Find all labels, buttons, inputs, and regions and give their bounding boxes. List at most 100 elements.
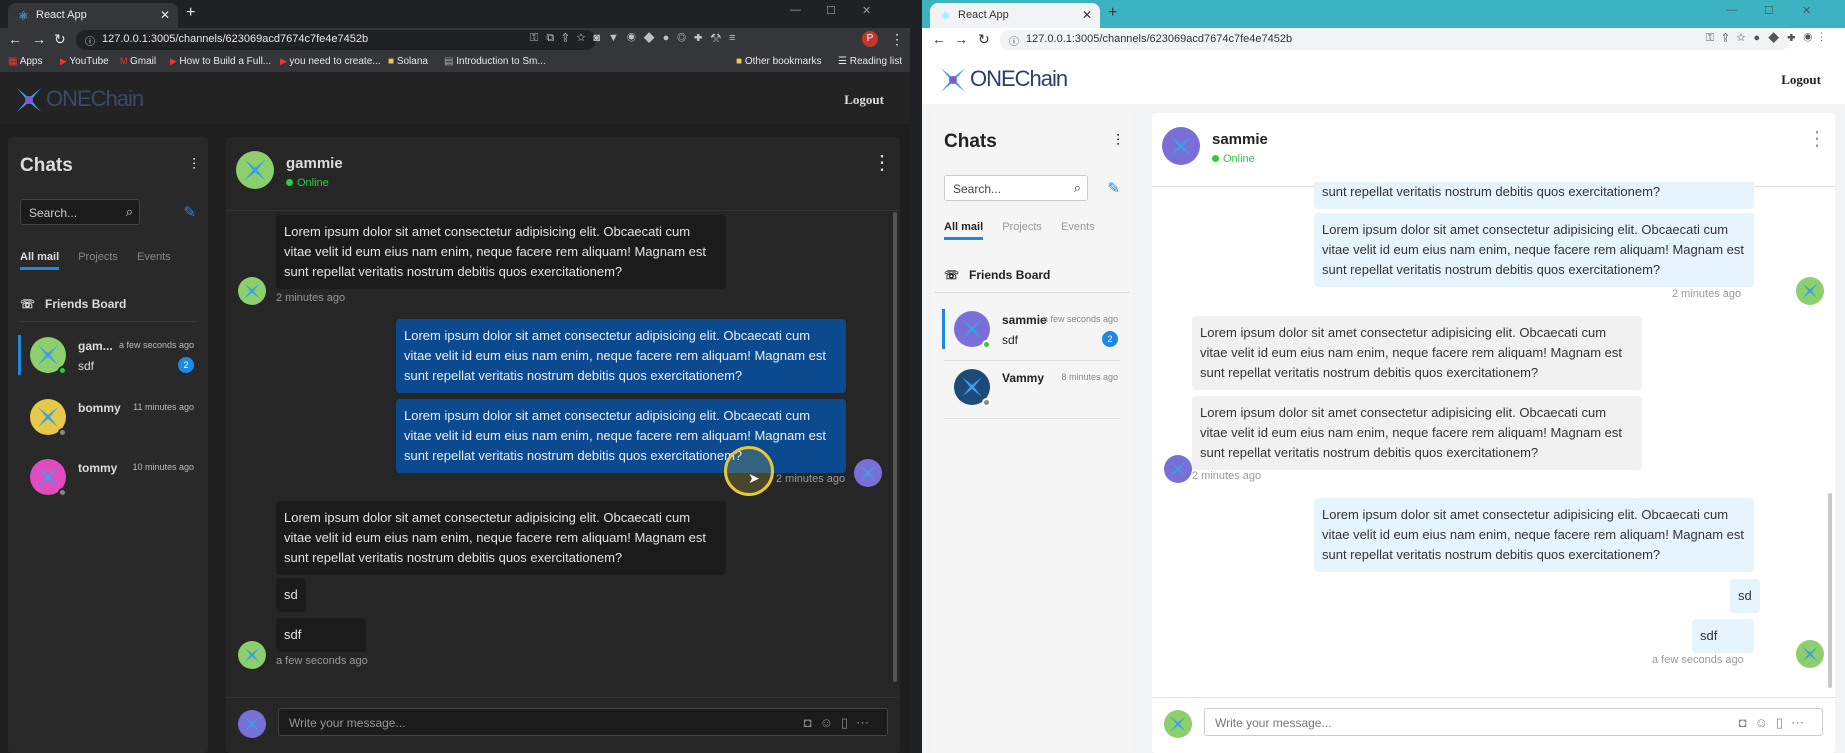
bookmark-how-to-build[interactable]: ▶ How to Build a Full... [170,56,271,67]
close-icon[interactable]: ✕ [1082,8,1092,22]
tab-all-mail[interactable]: All mail [20,251,60,270]
scrollbar[interactable] [893,212,897,682]
profile-avatar[interactable]: P [862,31,878,47]
tab-events[interactable]: Events [137,251,171,267]
extension-icons[interactable]: ⚿⧉⇪☆◙▼◉◆●◎✚⚒≡ [530,32,743,45]
menu-icon[interactable]: ⋮ [890,31,904,48]
apps-bookmark[interactable]: ▦ Apps [8,56,42,67]
avatar [1162,127,1200,165]
right-browser-window: ⚛ React App ✕ + — ☐ ✕ ← → ↻ ⓘ 127.0.0.1:… [922,0,1845,753]
tab-projects[interactable]: Projects [78,251,118,267]
message-input[interactable]: Write your message... ◘☺▯⋯ [1204,708,1823,736]
friends-board[interactable]: ☏ Friends Board [934,268,1130,293]
back-icon[interactable]: ← [932,31,946,47]
more-icon[interactable]: ⋯ [1791,715,1812,730]
browser-tab[interactable]: ⚛ React App ✕ [8,3,178,28]
message-input[interactable]: Write your message... ◘☺▯⋯ [278,708,888,736]
url-text: 127.0.0.1:3005/channels/623069acd7674c7f… [102,33,369,45]
conversation-header: sammie Online ⋮ [1152,113,1835,187]
bookmark-reading-list[interactable]: ☰ Reading list [838,56,902,67]
logout-button[interactable]: Logout [1781,72,1821,88]
contact-name: gammie [286,155,343,172]
camera-icon[interactable]: ◘ [1739,715,1755,730]
avatar [238,277,266,305]
filter-icon[interactable]: ⫶ [192,157,196,175]
gmail-bookmark[interactable]: M Gmail [120,56,156,67]
avatar [236,151,274,189]
sidebar-title: Chats [20,155,73,176]
timestamp: a few seconds ago [1652,654,1744,666]
camera-icon[interactable]: ◘ [804,715,820,730]
forward-icon[interactable]: → [32,31,46,47]
bookmark-solana[interactable]: ■ Solana [388,56,428,67]
search-icon[interactable]: ⌕ [126,204,133,220]
plus-icon[interactable]: + [186,4,195,22]
close-icon[interactable]: ✕ [160,8,170,22]
chat-time: 10 minutes ago [132,462,194,472]
close-window-icon[interactable]: ✕ [1802,4,1811,17]
friends-board-label: Friends Board [45,297,127,311]
scrollbar[interactable] [1828,493,1832,688]
info-icon: ⓘ [1009,37,1019,48]
attach-icon[interactable]: ▯ [1776,715,1791,730]
search-input[interactable]: Search... ⌕ [20,199,140,225]
youtube-bookmark[interactable]: ▶ YouTube [60,56,109,67]
message-composer: Write your message... ◘☺▯⋯ [226,697,900,743]
message-placeholder: Write your message... [289,716,406,730]
url-input[interactable]: ⓘ 127.0.0.1:3005/channels/623069acd7674c… [1000,30,1790,50]
bookmark-you-need[interactable]: ▶ you need to create... [280,56,381,67]
reload-icon[interactable]: ↻ [54,31,66,48]
bookmark-intro[interactable]: ▤ Introduction to Sm... [444,56,546,67]
extension-icons[interactable]: ⚿⇪☆●◆✚◉⋮ [1706,32,1831,45]
logout-button[interactable]: Logout [844,92,884,108]
filter-icon[interactable]: ⫶ [1116,133,1120,151]
search-input[interactable]: Search... ⌕ [944,175,1088,201]
emoji-icon[interactable]: ☺ [820,715,841,730]
info-icon: ⓘ [85,37,95,48]
close-window-icon[interactable]: ✕ [862,4,871,17]
kebab-icon[interactable]: ⋮ [872,153,892,173]
chat-list-item[interactable]: sammie a few seconds ago sdf 2 [942,305,1120,361]
tab-projects[interactable]: Projects [1002,221,1042,237]
minimize-icon[interactable]: — [790,4,801,16]
timestamp: a few seconds ago [276,655,368,667]
chat-preview: sdf [1002,333,1019,347]
tab-all-mail[interactable]: All mail [944,221,984,240]
edit-icon[interactable]: ✎ [1107,179,1120,197]
back-icon[interactable]: ← [8,31,22,47]
maximize-icon[interactable]: ☐ [1764,4,1774,17]
plus-icon[interactable]: + [1108,4,1117,22]
minimize-icon[interactable]: — [1726,4,1737,16]
maximize-icon[interactable]: ☐ [826,4,836,17]
tab-events[interactable]: Events [1061,221,1095,237]
chat-list-item[interactable]: tommy 10 minutes ago [20,453,196,509]
unread-badge: 2 [1102,331,1118,347]
address-bar-row: ← → ↻ ⓘ 127.0.0.1:3005/channels/623069ac… [922,28,1845,52]
chat-list-item[interactable]: gam... a few seconds ago sdf 2 [18,331,196,387]
url-input[interactable]: ⓘ 127.0.0.1:3005/channels/623069acd7674c… [76,30,596,50]
chat-list-item[interactable]: bommy 11 minutes ago [20,393,196,449]
app-logo[interactable]: ONEChain [938,65,1068,95]
search-placeholder: Search... [953,182,1002,196]
forward-icon[interactable]: → [954,31,968,47]
chat-preview: sdf [78,359,95,373]
composer-actions[interactable]: ◘☺▯⋯ [804,715,877,731]
attach-icon[interactable]: ▯ [841,715,856,730]
search-icon[interactable]: ⌕ [1074,180,1081,196]
more-icon[interactable]: ⋯ [856,715,877,730]
app-logo[interactable]: ONEChain [14,85,144,115]
chat-list-item[interactable]: Vammy 8 minutes ago [944,363,1120,419]
kebab-icon[interactable]: ⋮ [1807,129,1827,149]
address-bar-row: ← → ↻ ⓘ 127.0.0.1:3005/channels/623069ac… [0,28,910,52]
friends-board[interactable]: ☏ Friends Board [20,297,196,322]
browser-tab[interactable]: ⚛ React App ✕ [930,3,1100,28]
composer-actions[interactable]: ◘☺▯⋯ [1739,715,1812,731]
timestamp: 2 minutes ago [1672,288,1742,300]
reload-icon[interactable]: ↻ [978,31,990,48]
edit-icon[interactable]: ✎ [183,203,196,221]
status-text: Online [1212,153,1255,165]
avatar [1164,710,1192,738]
online-indicator [58,366,67,375]
emoji-icon[interactable]: ☺ [1755,715,1776,730]
bookmark-other[interactable]: ■ Other bookmarks [736,56,822,67]
